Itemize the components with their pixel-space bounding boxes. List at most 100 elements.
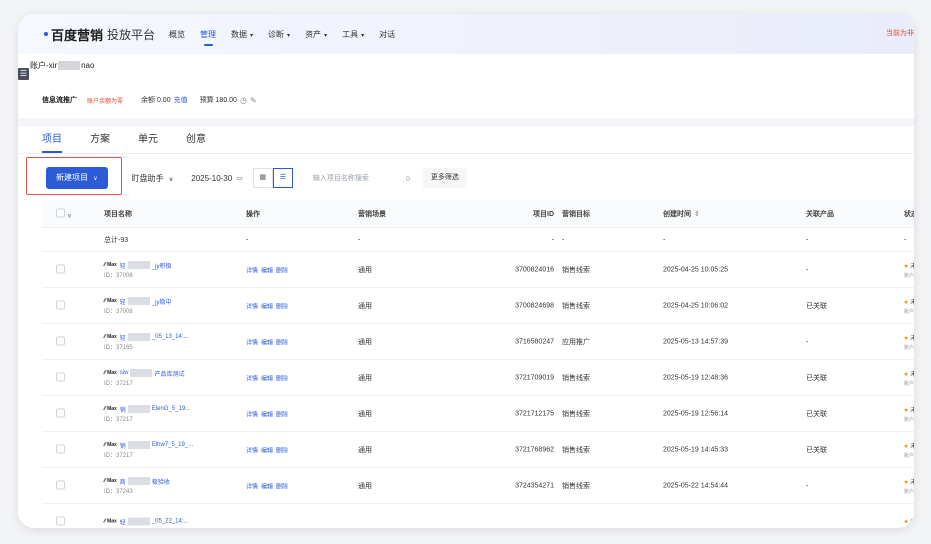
row-checkbox[interactable] xyxy=(56,480,65,491)
project-table: ∨ 项目名称 操作 营销场景 项目ID 营销目标 创建时间⇕ 关联产品 状态 总… xyxy=(42,200,914,528)
search-icon[interactable]: ○ xyxy=(405,173,410,183)
clock-icon[interactable]: ◷ xyxy=(240,96,247,105)
account-name[interactable]: 账户-xir nao xyxy=(30,60,94,71)
detail-link[interactable]: 详情 xyxy=(246,340,258,346)
time-cell: 2025-04-25 10:05:25 xyxy=(663,266,728,273)
edit-link[interactable]: 编辑 xyxy=(261,340,273,346)
brand-logo[interactable]: 百度营销 投放平台 xyxy=(44,25,155,44)
table-row[interactable]: ⁄⁄ Max 轻 _05_13_14:... ID：37165 详情 编辑 删除 通… xyxy=(42,324,914,360)
status-dot-icon: ● xyxy=(904,334,909,342)
product-cell: 已关联 xyxy=(806,446,827,454)
name-redaction xyxy=(127,297,150,305)
row-checkbox[interactable] xyxy=(56,300,65,311)
table-row[interactable]: ⁄⁄ Max 销 ElenG_5_19... ID：37217 详情 编辑 删除 通… xyxy=(42,396,914,432)
status-subtext: 账户余 xyxy=(904,488,914,495)
detail-link[interactable]: 详情 xyxy=(246,412,258,418)
detail-link[interactable]: 详情 xyxy=(246,304,258,310)
table-row[interactable]: ⁄⁄ Max 轻 _jy积极 ID：37008 详情 编辑 删除 通用 370082… xyxy=(42,252,914,288)
project-name-cell[interactable]: ⁄⁄ Max 轻 _jy积极 ID：37008 xyxy=(104,261,171,279)
row-checkbox[interactable] xyxy=(56,516,65,527)
project-name-cell[interactable]: ⁄⁄ Max 销 Elhw7_5_19_... ID：37217 xyxy=(104,441,193,459)
table-row[interactable]: ⁄⁄ Max siw 产品库测试 ID：37217 详情 编辑 删除 通用 3721… xyxy=(42,360,914,396)
project-name-cell[interactable]: ⁄⁄ Max 轻 _05_13_14:... ID：37165 xyxy=(104,333,189,351)
caret-down-icon: ▾ xyxy=(250,32,254,39)
delete-link[interactable]: 删除 xyxy=(276,376,288,382)
new-project-button[interactable]: 新建项目 ∨ xyxy=(46,167,108,189)
project-name-cell[interactable]: ⁄⁄ Max 轻 _jy稳中 ID：37008 xyxy=(104,297,171,315)
time-cell: 2025-05-19 12:56:14 xyxy=(663,410,728,417)
row-actions: 详情 编辑 删除 xyxy=(246,265,291,274)
edit-link[interactable]: 编辑 xyxy=(261,412,273,418)
tab-unit[interactable]: 单元 xyxy=(138,130,158,153)
info-title: 信息流推广 xyxy=(42,97,77,104)
header-op: 操作 xyxy=(246,210,260,218)
delete-link[interactable]: 删除 xyxy=(276,484,288,490)
nav-item-5[interactable]: 工具 ▾ xyxy=(342,29,364,40)
project-name-b: _jy稳中 xyxy=(151,299,172,306)
more-filter-button[interactable]: 更多筛选 xyxy=(422,168,467,188)
date-picker[interactable]: 2025-10-30 ▭ xyxy=(191,174,243,183)
table-row[interactable]: ⁄⁄ Max 商 极验收 ID：37243 详情 编辑 删除 通用 37243542… xyxy=(42,468,914,504)
project-name-cell[interactable]: ⁄⁄ Max siw 产品库测试 ID：37217 xyxy=(104,369,184,387)
nav-item-0[interactable]: 概览 xyxy=(169,29,185,40)
table-row[interactable]: ⁄⁄ Max 销 Elhw7_5_19_... ID：37217 详情 编辑 删除 … xyxy=(42,432,914,468)
grid-view-icon[interactable]: ▦ xyxy=(252,168,273,188)
list-view-icon[interactable]: ☰ xyxy=(272,168,293,188)
search-input[interactable]: 输入项目名称搜索 ○ xyxy=(304,168,417,188)
detail-link[interactable]: 详情 xyxy=(246,484,258,490)
detail-link[interactable]: 详情 xyxy=(246,376,258,382)
time-cell: 2025-05-19 14:45:33 xyxy=(663,446,728,453)
edit-link[interactable]: 编辑 xyxy=(261,376,273,382)
status-text: 未投 xyxy=(910,479,914,486)
edit-link[interactable]: 编辑 xyxy=(261,304,273,310)
nav-item-6[interactable]: 对话 xyxy=(379,29,395,40)
status-dot-icon: ● xyxy=(904,370,909,378)
brand-name: 百度营销 xyxy=(51,27,104,43)
project-id-label: ID：37243 xyxy=(104,488,133,495)
edit-link[interactable]: 编辑 xyxy=(261,448,273,454)
edit-link[interactable]: 编辑 xyxy=(261,268,273,274)
row-checkbox[interactable] xyxy=(56,372,65,383)
nav-item-2[interactable]: 数据 ▾ xyxy=(231,29,253,40)
project-name-cell[interactable]: ⁄⁄ Max 销 ElenG_5_19... ID：37217 xyxy=(104,405,190,423)
tab-project[interactable]: 项目 xyxy=(42,130,62,153)
detail-link[interactable]: 详情 xyxy=(246,448,258,454)
row-checkbox[interactable] xyxy=(56,264,65,275)
nav-item-1[interactable]: 管理 xyxy=(200,29,216,46)
top-navbar: 百度营销 投放平台 概览 管理 数据 ▾ 诊断 ▾ 资产 ▾ 工具 ▾ 对话 当前为非 xyxy=(18,14,914,54)
header-goal: 营销目标 xyxy=(562,210,590,218)
project-name-cell[interactable]: ⁄⁄ Max 轻 _05_22_14:... xyxy=(104,517,189,526)
table-row[interactable]: ⁄⁄ Max 轻 _05_22_14:... ● 未 xyxy=(42,504,914,528)
table-row[interactable]: ⁄⁄ Max 轻 _jy稳中 ID：37008 详情 编辑 删除 通用 370082… xyxy=(42,288,914,324)
project-name-cell[interactable]: ⁄⁄ Max 商 极验收 ID：37243 xyxy=(104,477,170,495)
edit-link[interactable]: 编辑 xyxy=(261,484,273,490)
row-checkbox[interactable] xyxy=(56,408,65,419)
detail-link[interactable]: 详情 xyxy=(246,268,258,274)
total-label: 总计-93 xyxy=(104,236,129,244)
delete-link[interactable]: 删除 xyxy=(276,304,288,310)
chevron-down-icon: ∨ xyxy=(93,176,98,182)
sidebar-toggle-icon[interactable]: ☰ xyxy=(18,68,29,80)
goal-cell: 销售线索 xyxy=(562,266,590,274)
recharge-link[interactable]: 充值 xyxy=(174,95,188,105)
edit-icon[interactable]: ✎ xyxy=(250,96,257,105)
status-dot-icon: ● xyxy=(904,478,909,486)
top-right-notice: 当前为非 xyxy=(886,30,914,37)
project-id-cell: 3721712175 xyxy=(515,410,554,417)
status-dot-icon: ● xyxy=(904,406,909,414)
tabs-underline xyxy=(18,153,914,154)
delete-link[interactable]: 删除 xyxy=(276,448,288,454)
nav-item-3[interactable]: 诊断 ▾ xyxy=(268,29,290,40)
account-info-bar: 信息流推广 账户余额为零 余额 0.00 充值 预算 180.00 ◷ ✎ xyxy=(42,90,914,110)
row-checkbox[interactable] xyxy=(56,336,65,347)
delete-link[interactable]: 删除 xyxy=(276,412,288,418)
row-checkbox[interactable] xyxy=(56,444,65,455)
tab-plan[interactable]: 方案 xyxy=(90,130,110,153)
delete-link[interactable]: 删除 xyxy=(276,268,288,274)
assistant-dropdown[interactable]: 盯盘助手 ∨ xyxy=(132,173,174,184)
header-time[interactable]: 创建时间 ⇕ xyxy=(663,209,700,219)
tab-creative[interactable]: 创意 xyxy=(186,130,206,153)
select-all-checkbox[interactable]: ∨ xyxy=(56,208,72,219)
nav-item-4[interactable]: 资产 ▾ xyxy=(305,29,327,40)
delete-link[interactable]: 删除 xyxy=(276,340,288,346)
